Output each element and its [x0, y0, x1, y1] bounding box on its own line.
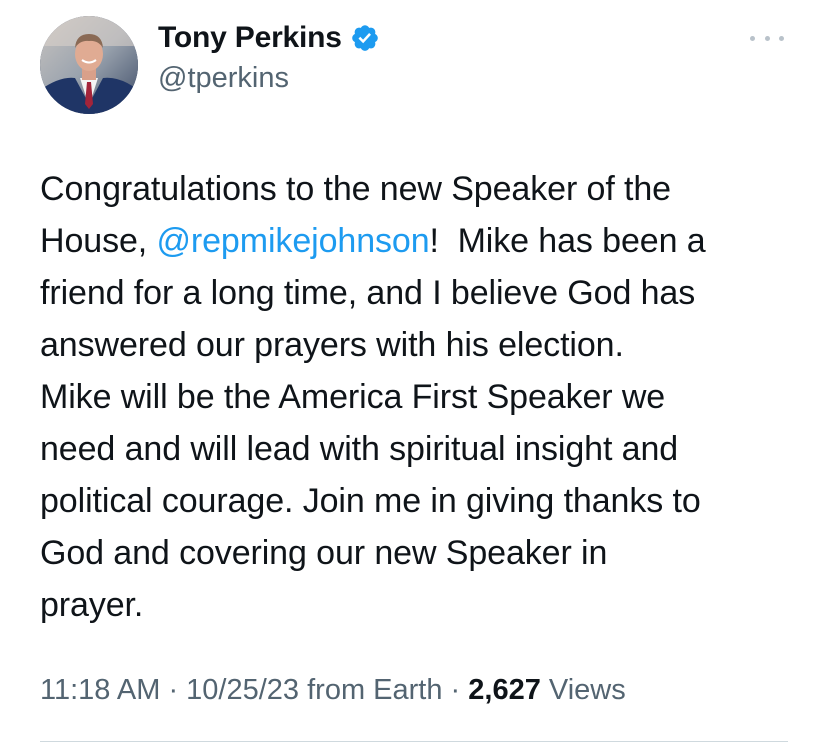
- author-display-name[interactable]: Tony Perkins: [158, 21, 342, 55]
- avatar[interactable]: [40, 16, 138, 114]
- tweet-line: friend for a long time, and I believe Go…: [40, 274, 696, 312]
- more-dot: [779, 35, 784, 41]
- tweet-line: ! Mike has been a: [429, 222, 706, 260]
- author-handle[interactable]: @tperkins: [158, 62, 289, 95]
- tweet-line: Mike will be the America First Speaker w…: [40, 378, 666, 416]
- tweet-meta: 11:18 AM · 10/25/23 from Earth · 2,627 V…: [40, 674, 626, 707]
- tweet-line: need and will lead with spiritual insigh…: [40, 430, 679, 468]
- tweet-line: House,: [40, 222, 157, 260]
- views-count[interactable]: 2,627: [468, 674, 541, 706]
- tweet-text: Congratulations to the new Speaker of th…: [40, 163, 810, 631]
- tweet-line: Congratulations to the new Speaker of th…: [40, 170, 671, 208]
- tweet-line: answered our prayers with his election.: [40, 326, 624, 364]
- tweet-line: political courage. Join me in giving tha…: [40, 482, 701, 520]
- more-options-icon[interactable]: [750, 28, 784, 48]
- author-name-row: Tony Perkins: [158, 18, 380, 58]
- divider: [40, 741, 788, 742]
- verified-badge-icon: [350, 23, 380, 53]
- meta-separator: ·: [442, 674, 469, 706]
- mention-link[interactable]: @repmikejohnson: [156, 222, 429, 260]
- tweet-card: Tony Perkins @tperkins Congratulations t…: [0, 0, 828, 750]
- tweet-line: God and covering our new Speaker in: [40, 534, 608, 572]
- views-label[interactable]: Views: [541, 674, 626, 706]
- tweet-time[interactable]: 11:18 AM: [40, 674, 160, 706]
- more-dot: [750, 35, 755, 41]
- tweet-source: from Earth: [299, 674, 443, 706]
- meta-separator: ·: [160, 674, 187, 706]
- more-dot: [764, 35, 770, 41]
- tweet-date[interactable]: 10/25/23: [186, 674, 299, 706]
- tweet-line: prayer.: [40, 586, 144, 624]
